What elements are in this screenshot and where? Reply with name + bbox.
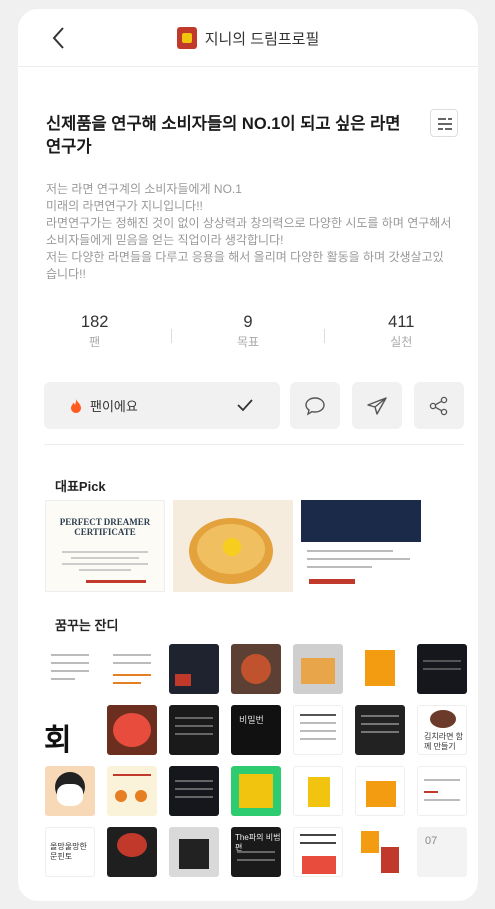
grass-cell[interactable]	[107, 766, 157, 816]
fan-button-label: 팬이에요	[90, 399, 138, 414]
stat-goals-value: 9	[243, 313, 253, 331]
share-button[interactable]	[414, 382, 464, 429]
profile-thumbnail	[176, 27, 197, 49]
stat-fans-label: 팬	[89, 335, 101, 349]
send-icon	[367, 396, 387, 415]
comment-button[interactable]	[290, 382, 340, 429]
grass-cell[interactable]	[355, 644, 405, 694]
grass-cell[interactable]	[169, 705, 219, 755]
check-icon	[237, 399, 253, 412]
grass-cell[interactable]	[355, 766, 405, 816]
grass-cell[interactable]	[169, 827, 219, 877]
grass-cell[interactable]: 올망울망한 문핀토	[45, 827, 95, 877]
stat-divider	[324, 329, 325, 343]
grass-cell-text: 비밀번	[239, 715, 264, 725]
pick-section-title: 대표Pick	[55, 479, 106, 494]
profile-card: 지니의 드림프로필 신제품을 연구해 소비자들의 NO.1이 되고 싶은 라면 …	[18, 9, 478, 901]
action-bar: 팬이에요	[44, 382, 464, 429]
grass-cell-text: The파의 비법편	[235, 833, 281, 852]
send-button[interactable]	[352, 382, 402, 429]
desc-line-4: 저는 다양한 라면들을 다루고 응용을 해서 올리며 다양한 활동을 하며 갓생…	[46, 250, 444, 281]
grass-cell[interactable]	[293, 766, 343, 816]
profile-description: 저는 라면 연구계의 소비자들에게 NO.1 미래의 라면연구가 지니입니다!!…	[18, 159, 478, 283]
grass-cell-text: 김치라면 함께 만들기	[424, 732, 464, 751]
stat-fans-value: 182	[80, 313, 109, 331]
ramen-egg	[223, 538, 241, 556]
share-icon	[429, 396, 448, 415]
grass-cell[interactable]	[45, 766, 95, 816]
certificate-text	[62, 551, 148, 575]
grass-cell[interactable]	[355, 705, 405, 755]
grass-cell[interactable]	[231, 766, 281, 816]
pick-certificate-image[interactable]: PERFECT DREAMER CERTIFICATE	[45, 500, 165, 592]
grass-cell[interactable]	[169, 644, 219, 694]
company-logo	[309, 579, 355, 584]
grass-cell[interactable]	[107, 705, 157, 755]
pick-event-image[interactable]	[301, 500, 421, 592]
grass-cell[interactable]: 비밀번	[231, 705, 281, 755]
stats-row: 182 팬 9 목표 411 실천	[18, 311, 478, 361]
desc-line-3: 라면연구가는 정해진 것이 없이 상상력과 창의력으로 다양한 시도를 하며 연…	[46, 216, 452, 247]
grass-cell[interactable]	[231, 644, 281, 694]
grass-cell-text: 07	[425, 835, 438, 847]
header-center: 지니의 드림프로필	[18, 27, 478, 49]
stat-practice[interactable]: 411 실천	[325, 311, 478, 361]
grass-cell[interactable]	[169, 766, 219, 816]
grass-section-title: 꿈꾸는 잔디	[55, 618, 119, 633]
stat-practice-label: 실천	[390, 335, 413, 349]
grass-cell[interactable]	[417, 766, 467, 816]
comment-icon	[305, 396, 325, 415]
stat-practice-value: 411	[388, 313, 415, 331]
grass-cell[interactable]	[293, 705, 343, 755]
grass-cell[interactable]: The파의 비법편	[231, 827, 281, 877]
event-text	[301, 542, 421, 582]
stat-goals-label: 목표	[236, 335, 260, 349]
grass-cell[interactable]	[45, 644, 95, 694]
desc-line-1: 저는 라면 연구계의 소비자들에게 NO.1	[46, 182, 242, 196]
certificate-title: PERFECT DREAMER CERTIFICATE	[59, 517, 151, 537]
profile-headline: 신제품을 연구해 소비자들의 NO.1이 되고 싶은 라면 연구가	[46, 115, 401, 156]
fan-button[interactable]: 팬이에요	[44, 382, 280, 429]
pick-ramen-photo[interactable]	[173, 500, 293, 592]
divider	[44, 444, 464, 445]
grass-cell[interactable]	[355, 827, 405, 877]
flame-icon	[71, 398, 81, 413]
event-photo	[301, 500, 421, 542]
title-row: 신제품을 연구해 소비자들의 NO.1이 되고 싶은 라면 연구가	[18, 67, 478, 159]
top-bar: 지니의 드림프로필	[18, 9, 478, 67]
certificate-seal	[86, 580, 146, 583]
grass-cell-text: 올망울망한 문핀토	[50, 842, 87, 861]
menu-list-icon[interactable]	[430, 109, 458, 137]
header-title: 지니의 드림프로필	[204, 30, 320, 48]
grass-cell[interactable]: 김치라면 함께 만들기	[417, 705, 467, 755]
grass-cell[interactable]: 07	[417, 827, 467, 877]
grass-cell[interactable]	[293, 827, 343, 877]
grass-cell[interactable]	[107, 644, 157, 694]
grass-cell[interactable]	[417, 644, 467, 694]
grass-cell[interactable]	[107, 827, 157, 877]
grass-big-character[interactable]: 회	[44, 715, 72, 759]
grass-cell[interactable]	[293, 644, 343, 694]
stat-divider	[171, 329, 172, 343]
stat-goals[interactable]: 9 목표	[171, 311, 324, 361]
desc-line-2: 미래의 라면연구가 지니입니다!!	[46, 199, 203, 213]
stat-fans[interactable]: 182 팬	[18, 311, 171, 361]
